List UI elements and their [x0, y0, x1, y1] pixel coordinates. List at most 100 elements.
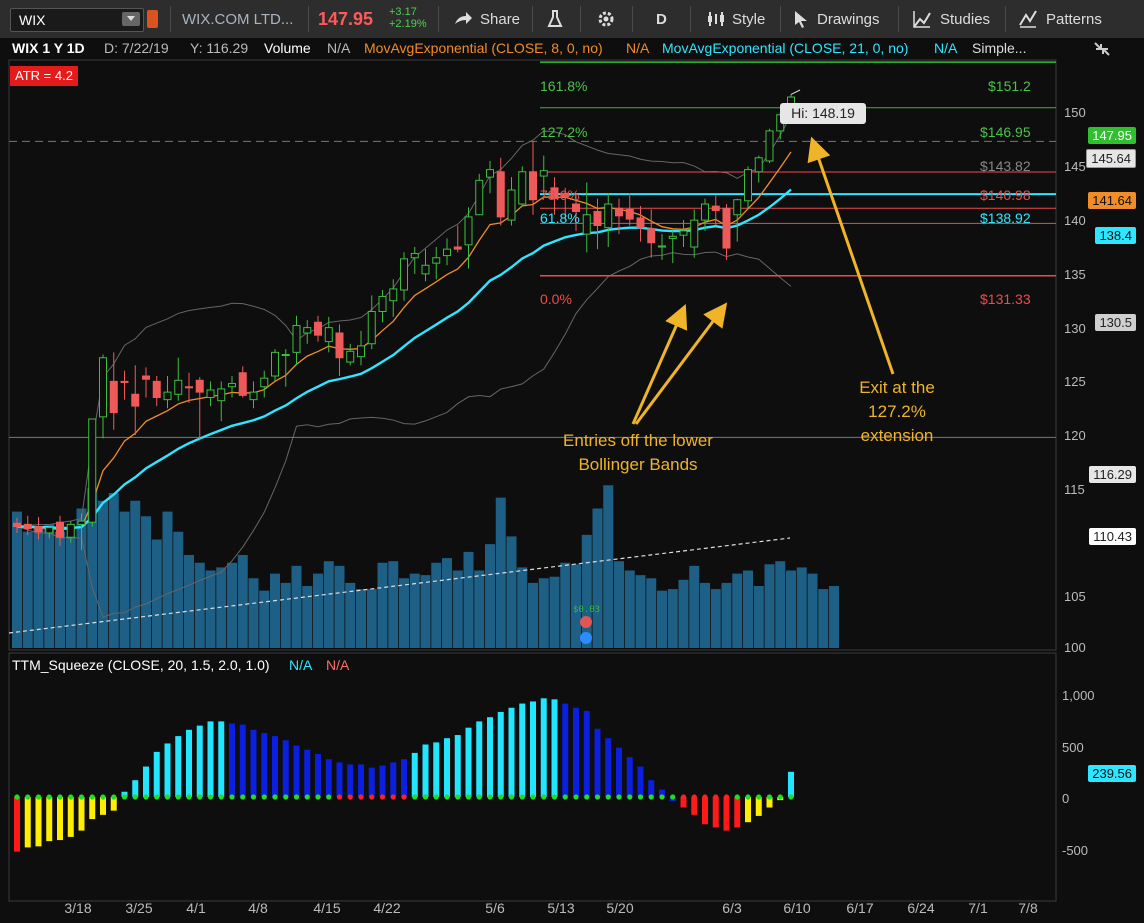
chart-canvas[interactable] [0, 38, 1144, 923]
style-button[interactable]: Style [706, 0, 765, 38]
candle-body [163, 391, 172, 401]
candle-body [217, 388, 226, 402]
squeeze-dot [455, 794, 461, 800]
legend-ema8-value: N/A [626, 40, 650, 56]
candle-body [722, 207, 731, 249]
volume-bar [377, 562, 388, 648]
squeeze-bar [465, 727, 472, 797]
price-change: +3.17 +2.19% [389, 6, 427, 30]
squeeze-bar [691, 797, 698, 815]
candle-body [400, 258, 408, 291]
squeeze-dot [100, 794, 106, 800]
squeeze-dot [487, 794, 493, 800]
candle-body [346, 350, 355, 363]
price-axis-label: 115 [1064, 482, 1085, 497]
candle-body [281, 354, 290, 356]
drawings-button[interactable]: Drawings [793, 0, 880, 38]
osc-axis-label: 0 [1062, 791, 1070, 806]
squeeze-bar [734, 797, 741, 828]
collapse-icon[interactable] [1092, 40, 1112, 58]
squeeze-bar [89, 797, 96, 820]
squeeze-dot [680, 794, 687, 800]
legend-volume[interactable]: Volume [264, 40, 311, 58]
squeeze-legend[interactable]: TTM_Squeeze (CLOSE, 20, 1.5, 2.0, 1.0) [12, 657, 270, 675]
squeeze-dot [713, 794, 719, 800]
volume-bar [710, 589, 721, 648]
volume-bar [528, 582, 538, 648]
volume-bar [818, 589, 829, 648]
squeeze-bar [293, 745, 300, 797]
squeeze-dot [46, 794, 52, 800]
candle-body [335, 332, 344, 359]
candle-body [754, 157, 763, 173]
patterns-button[interactable]: Patterns [1018, 0, 1102, 38]
squeeze-dot [422, 794, 429, 800]
squeeze-bar [583, 710, 590, 797]
candle-body [56, 521, 64, 538]
studies-icon [913, 11, 931, 28]
squeeze-bar [755, 797, 762, 816]
squeeze-dot [766, 794, 773, 800]
cursor-icon [795, 11, 807, 28]
legend-more[interactable]: Simple... [972, 40, 1026, 58]
volume-bar [194, 562, 205, 648]
candle-body [34, 526, 43, 533]
legend-ema21[interactable]: MovAvgExponential (CLOSE, 21, 0, no) [662, 40, 908, 58]
squeeze-bar [540, 698, 547, 797]
candle-body [238, 372, 247, 396]
squeeze-bar [315, 753, 321, 797]
flask-button[interactable] [547, 0, 563, 38]
share-icon [455, 12, 472, 24]
period-button[interactable]: D [656, 0, 667, 38]
candle-body [77, 520, 86, 525]
volume-bar [366, 589, 377, 648]
squeeze-dot [186, 794, 192, 800]
price-axis-label: 140 [1064, 213, 1086, 228]
squeeze-dot [272, 794, 278, 800]
toolbar: WIX WIX.COM LTD... 147.95 +3.17 +2.19% S… [0, 0, 1144, 39]
volume-bar [442, 558, 452, 648]
candle-body [593, 211, 602, 226]
squeeze-dot [412, 794, 418, 800]
volume-bar [44, 524, 55, 648]
osc-axis-label: -500 [1062, 843, 1089, 858]
symbol-dropdown-icon[interactable] [122, 12, 140, 26]
price-axis-label: 150 [1064, 105, 1086, 120]
separator [308, 6, 309, 32]
date-label: 4/22 [373, 900, 401, 916]
squeeze-bar [616, 747, 622, 797]
link-lock-icon[interactable] [147, 10, 158, 28]
squeeze-bar [304, 749, 311, 797]
squeeze-dot [562, 794, 568, 800]
change-value: +3.17 [389, 6, 417, 18]
squeeze-dot [541, 794, 547, 800]
squeeze-dot [702, 794, 708, 800]
candle-body [389, 288, 398, 302]
share-button[interactable]: Share [452, 0, 520, 38]
volume-bar [388, 561, 399, 648]
separator [1005, 6, 1006, 32]
legend-ema8[interactable]: MovAvgExponential (CLOSE, 8, 0, no) [364, 40, 603, 58]
separator [532, 6, 533, 32]
squeeze-bar [401, 759, 407, 797]
squeeze-bar [196, 725, 203, 797]
high-label: Hi: 148.19 [780, 103, 866, 124]
volume-bar [657, 590, 667, 648]
squeeze-dot [14, 794, 20, 800]
squeeze-dot [154, 794, 160, 800]
event-info-icon[interactable] [580, 632, 592, 644]
earnings-icon[interactable] [580, 616, 592, 628]
fib-1618-value: $151.2 [988, 78, 1031, 94]
symbol-input[interactable]: WIX [10, 8, 144, 32]
squeeze-dot [691, 794, 697, 800]
squeeze-dot [229, 794, 235, 800]
settings-button[interactable] [596, 0, 616, 38]
dividend-label: $0.03 [573, 605, 601, 615]
squeeze-dot [627, 794, 633, 800]
fib-1272-label: 127.2% [540, 124, 588, 140]
volume-bar [689, 565, 700, 648]
squeeze-dot [250, 794, 257, 800]
price-axis-label: 130 [1064, 321, 1086, 336]
studies-button[interactable]: Studies [912, 0, 990, 38]
squeeze-dot [637, 794, 644, 800]
